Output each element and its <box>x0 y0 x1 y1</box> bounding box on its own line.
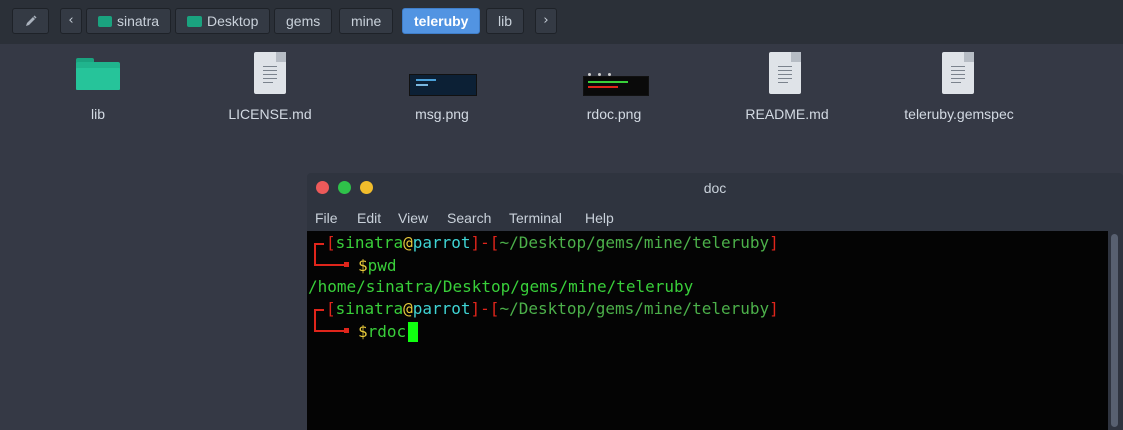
back-button[interactable]: ‹ <box>60 8 82 34</box>
breadcrumb-label: gems <box>286 13 321 29</box>
breadcrumb-label: sinatra <box>117 13 160 29</box>
breadcrumb-mine[interactable]: mine <box>339 8 394 34</box>
menu-edit[interactable]: Edit <box>357 210 381 226</box>
text-cursor <box>408 322 418 342</box>
file-name: teleruby.gemspec <box>904 106 1014 122</box>
terminal-window[interactable]: doc File Edit View Search Terminal Help … <box>307 173 1123 430</box>
menu-file[interactable]: File <box>315 210 338 226</box>
file-name: lib <box>90 106 105 122</box>
breadcrumb-label: lib <box>498 13 513 29</box>
location-toolbar: ‹ sinatra Desktop gems mine teleruby lib… <box>0 0 1123 44</box>
breadcrumb-label: mine <box>351 13 382 29</box>
prompt-corner-line <box>314 330 346 332</box>
command-line: $pwd <box>358 256 397 275</box>
prompt-corner-line <box>314 264 346 266</box>
desktop-folder-icon <box>187 15 202 27</box>
home-folder-icon <box>98 15 112 27</box>
image-thumbnail-icon <box>583 73 649 96</box>
menu-terminal[interactable]: Terminal <box>509 210 562 226</box>
prompt-line: [sinatra@parrot]-[~/Desktop/gems/mine/te… <box>326 233 779 252</box>
prompt-corner-line <box>344 262 349 267</box>
breadcrumb-label: Desktop <box>207 13 259 29</box>
breadcrumb-lib[interactable]: lib <box>486 8 525 34</box>
terminal-menubar: File Edit View Search Terminal Help <box>307 203 1123 231</box>
pencil-icon <box>25 15 37 26</box>
chevron-left-icon: ‹ <box>68 13 74 28</box>
terminal-screen[interactable]: [sinatra@parrot]-[~/Desktop/gems/mine/te… <box>307 231 1108 430</box>
breadcrumb-sinatra[interactable]: sinatra <box>86 8 172 34</box>
text-file-icon <box>769 52 801 94</box>
window-title: doc <box>703 180 727 196</box>
prompt-corner-line <box>344 328 349 333</box>
chevron-right-icon: › <box>543 13 549 28</box>
breadcrumb-label: teleruby <box>414 13 469 29</box>
file-name: README.md <box>745 106 829 122</box>
command-line: $rdoc <box>358 322 407 341</box>
prompt-corner-line <box>314 309 316 331</box>
breadcrumb-teleruby[interactable]: teleruby <box>402 8 481 34</box>
forward-button[interactable]: › <box>535 8 557 34</box>
prompt-line: [sinatra@parrot]-[~/Desktop/gems/mine/te… <box>326 299 779 318</box>
text-file-icon <box>942 52 974 94</box>
terminal-scrollbar[interactable] <box>1108 231 1123 430</box>
menu-help[interactable]: Help <box>585 210 614 226</box>
edit-location-button[interactable] <box>12 8 49 34</box>
menu-view[interactable]: View <box>398 210 428 226</box>
image-thumbnail-icon <box>409 74 477 96</box>
breadcrumb-gems[interactable]: gems <box>274 8 333 34</box>
file-name: LICENSE.md <box>228 106 312 122</box>
folder-icon <box>76 58 120 90</box>
breadcrumb-desktop[interactable]: Desktop <box>175 8 271 34</box>
text-file-icon <box>254 52 286 94</box>
terminal-titlebar[interactable]: doc <box>307 173 1123 203</box>
file-name: msg.png <box>415 106 469 122</box>
command-output: /home/sinatra/Desktop/gems/mine/teleruby <box>308 277 694 296</box>
scrollbar-thumb[interactable] <box>1111 234 1118 427</box>
file-name: rdoc.png <box>586 106 642 122</box>
prompt-corner-line <box>314 243 316 265</box>
menu-search[interactable]: Search <box>447 210 491 226</box>
